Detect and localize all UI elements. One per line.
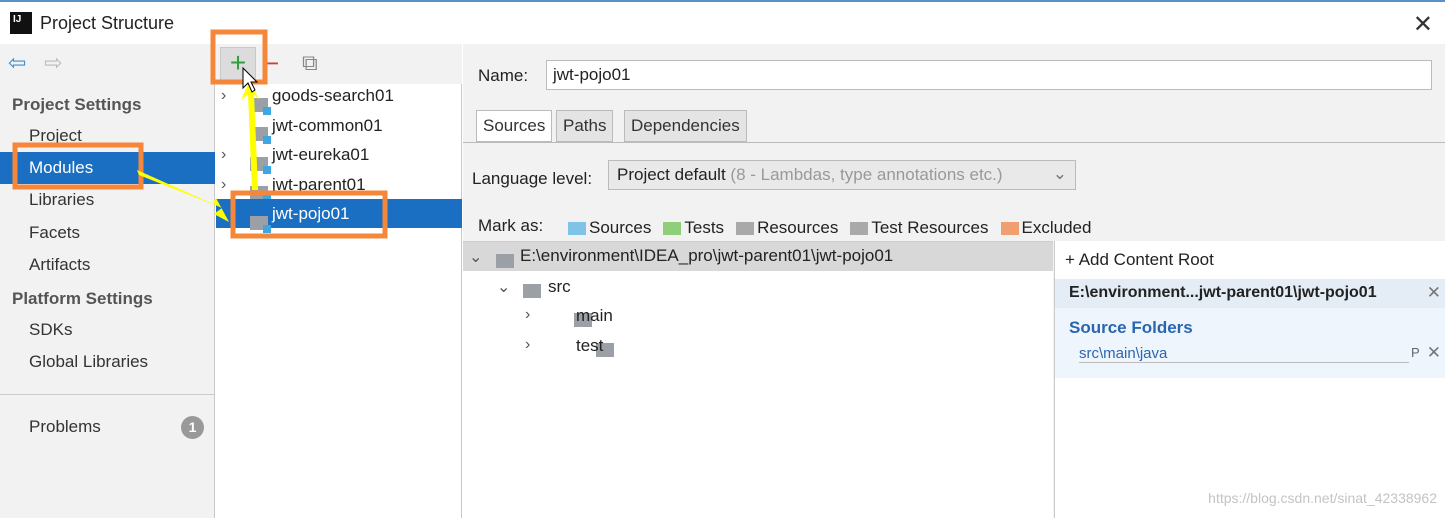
name-label: Name: bbox=[478, 66, 529, 85]
folder-icon bbox=[1000, 222, 1019, 236]
sidebar-item-artifacts[interactable]: Artifacts bbox=[0, 249, 215, 281]
folder-icon bbox=[568, 222, 586, 236]
remove-content-root-icon[interactable]: ✕ bbox=[1427, 283, 1441, 303]
remove-module-button[interactable]: − bbox=[264, 48, 279, 79]
sidebar-item-sdks[interactable]: SDKs bbox=[0, 314, 215, 346]
content-root-label: E:\environment...jwt-parent01\jwt-pojo01 bbox=[1069, 284, 1377, 301]
language-level-value: Project default bbox=[617, 165, 726, 184]
module-name: jwt-eureka01 bbox=[272, 145, 370, 164]
tab-sources[interactable]: Sources bbox=[476, 110, 553, 142]
modules-toolbar: + − ⧉ bbox=[216, 44, 462, 84]
folder-icon bbox=[663, 222, 682, 236]
module-item[interactable]: jwt-pojo01 bbox=[216, 199, 462, 233]
source-folders-heading: Source Folders bbox=[1069, 318, 1193, 337]
tab-paths[interactable]: Paths bbox=[556, 110, 614, 142]
language-level-select[interactable]: Project default (8 - Lambdas, type annot… bbox=[608, 160, 1076, 190]
add-module-button[interactable]: + bbox=[220, 47, 256, 81]
module-name: jwt-parent01 bbox=[272, 174, 366, 194]
remove-source-folder-icon[interactable]: ✕ bbox=[1427, 343, 1441, 363]
title-bar: IJ Project Structure ✕ bbox=[0, 0, 1445, 44]
chevron-right-icon[interactable]: › bbox=[525, 306, 530, 324]
back-arrow-icon[interactable]: ⇦ bbox=[8, 50, 26, 76]
module-name: jwt-pojo01 bbox=[272, 204, 350, 223]
chevron-right-icon[interactable]: › bbox=[221, 140, 226, 169]
language-level-label: Language level: bbox=[472, 169, 593, 188]
folder-icon bbox=[496, 253, 514, 268]
mark-as-excluded-button[interactable]: Excluded bbox=[1000, 218, 1091, 238]
content-root-path: E:\environment\IDEA_pro\jwt-parent01\jwt… bbox=[520, 246, 894, 265]
module-name: jwt-common01 bbox=[272, 115, 383, 135]
intellij-logo-icon: IJ bbox=[10, 12, 32, 34]
mark-as-sources-button[interactable]: Sources bbox=[568, 218, 651, 238]
folder-icon bbox=[736, 222, 755, 236]
sidebar-item-modules[interactable]: Modules bbox=[0, 152, 215, 184]
language-level-hint: (8 - Lambdas, type annotations etc.) bbox=[730, 165, 1003, 184]
add-content-root-button[interactable]: + Add Content Root bbox=[1065, 250, 1214, 270]
package-prefix-button[interactable]: P bbox=[1411, 345, 1420, 360]
window-title: Project Structure bbox=[40, 13, 175, 33]
sidebar-item-project[interactable]: Project bbox=[0, 120, 215, 152]
content-root-pane: + Add Content Root E:\environment...jwt-… bbox=[1054, 241, 1445, 518]
forward-arrow-icon[interactable]: ⇨ bbox=[44, 50, 62, 76]
sidebar-item-global-libraries[interactable]: Global Libraries bbox=[0, 346, 215, 378]
module-folder-icon bbox=[250, 127, 271, 145]
module-name-input[interactable]: jwt-pojo01 bbox=[546, 60, 1432, 90]
project-settings-heading: Project Settings bbox=[12, 95, 142, 114]
modules-panel: + − ⧉ › goods-search01 jwt-common01 › jwt-eu… bbox=[216, 44, 462, 518]
content-tree: ⌄ E:\environment\IDEA_pro\jwt-parent01\j… bbox=[463, 241, 1053, 518]
chevron-right-icon[interactable]: › bbox=[221, 170, 226, 199]
problems-count-badge: 1 bbox=[181, 416, 204, 439]
tree-item-main[interactable]: main bbox=[576, 306, 613, 326]
module-item[interactable]: › jwt-eureka01 bbox=[216, 140, 462, 174]
module-folder-icon bbox=[250, 186, 271, 204]
chevron-right-icon[interactable]: › bbox=[525, 336, 530, 354]
mark-as-tests-button[interactable]: Tests bbox=[663, 218, 724, 238]
chevron-down-icon[interactable]: ⌄ bbox=[469, 247, 482, 267]
module-folder-icon bbox=[250, 97, 271, 115]
tabs-divider bbox=[463, 142, 1445, 143]
mark-as-test-resources-button[interactable]: Test Resources bbox=[850, 218, 989, 238]
module-name: goods-search01 bbox=[272, 86, 394, 105]
chevron-right-icon[interactable]: › bbox=[221, 81, 226, 110]
tree-root-row[interactable]: ⌄ E:\environment\IDEA_pro\jwt-parent01\j… bbox=[463, 242, 1053, 271]
tab-dependencies[interactable]: Dependencies bbox=[624, 110, 747, 142]
platform-settings-heading: Platform Settings bbox=[12, 289, 153, 308]
folder-icon bbox=[523, 283, 541, 298]
mark-as-resources-button[interactable]: Resources bbox=[736, 218, 838, 238]
module-item[interactable]: jwt-common01 bbox=[216, 111, 462, 145]
module-item[interactable]: › jwt-parent01 bbox=[216, 170, 462, 204]
sidebar-item-libraries[interactable]: Libraries bbox=[0, 184, 215, 216]
watermark: https://blog.csdn.net/sinat_42338962 bbox=[1208, 490, 1437, 506]
folder-icon bbox=[850, 222, 869, 236]
chevron-down-icon: ⌄ bbox=[1052, 164, 1067, 183]
tree-item-test[interactable]: test bbox=[576, 336, 603, 356]
sidebar-item-facets[interactable]: Facets bbox=[0, 217, 215, 249]
close-icon[interactable]: ✕ bbox=[1413, 10, 1433, 39]
module-item[interactable]: › goods-search01 bbox=[216, 81, 462, 115]
mark-as-label: Mark as: bbox=[478, 216, 544, 235]
module-folder-icon bbox=[250, 156, 271, 174]
module-folder-icon bbox=[250, 215, 271, 233]
chevron-down-icon[interactable]: ⌄ bbox=[497, 277, 510, 297]
source-folder-item: src\main\java bbox=[1079, 345, 1409, 363]
divider bbox=[0, 394, 215, 395]
copy-module-button[interactable]: ⧉ bbox=[302, 50, 318, 76]
tree-item-src[interactable]: src bbox=[548, 277, 571, 297]
sidebar: ⇦ ⇨ Project Settings Project Modules Lib… bbox=[0, 44, 215, 518]
